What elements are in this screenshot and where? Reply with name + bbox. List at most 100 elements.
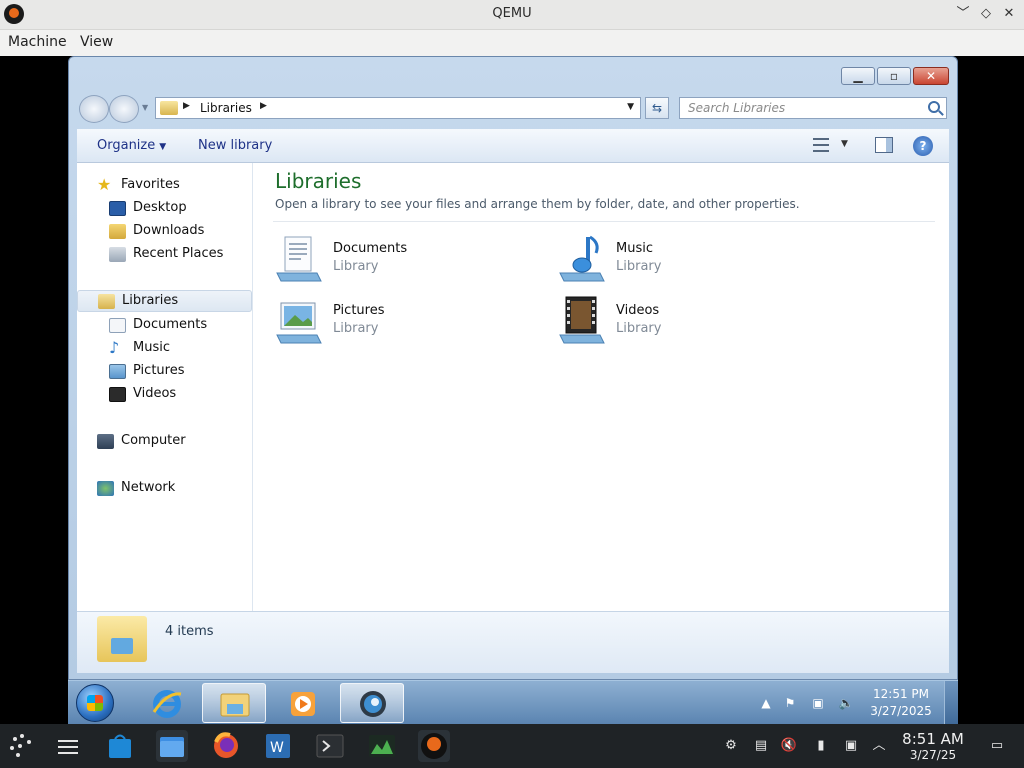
nav-libraries[interactable]: Libraries <box>77 290 252 312</box>
breadcrumb-arrow-icon[interactable]: ▶ <box>260 101 267 111</box>
nav-label: Pictures <box>133 363 185 378</box>
show-desktop-button[interactable] <box>944 681 958 725</box>
panel-settings-icon[interactable] <box>52 730 84 762</box>
computer-icon <box>97 434 114 449</box>
desktop-root: QEMU ﹀ ◇ ✕ Machine View ▁ ▫ ✕ ▼ ▶ Librar… <box>0 0 1024 768</box>
menu-view[interactable]: View <box>80 34 113 50</box>
nav-label: Videos <box>133 386 177 401</box>
downloads-folder-icon <box>109 224 126 239</box>
maximize-button[interactable]: ▫ <box>877 67 911 85</box>
guest-clock[interactable]: 12:51 PM 3/27/2025 <box>866 686 936 720</box>
library-pictures[interactable]: Pictures Library <box>273 295 513 351</box>
qemu-title-bar[interactable]: QEMU ﹀ ◇ ✕ <box>0 0 1024 30</box>
taskbar-app[interactable] <box>340 683 404 723</box>
qemu-maximize-button[interactable]: ◇ <box>977 5 995 23</box>
preview-pane-icon[interactable] <box>875 137 893 153</box>
library-name: Videos <box>616 303 660 318</box>
volume-muted-icon[interactable]: 🔇 <box>780 738 798 754</box>
close-button[interactable]: ✕ <box>913 67 949 85</box>
host-clock[interactable]: 8:51 AM 3/27/25 <box>896 730 970 763</box>
library-type: Library <box>616 259 662 274</box>
address-history-chevron-down-icon[interactable]: ▼ <box>627 102 634 112</box>
show-hidden-icons-chevron-up-icon[interactable]: ▲ <box>758 695 774 711</box>
guest-time: 12:51 PM <box>873 687 929 701</box>
nav-label: Favorites <box>121 177 180 192</box>
firefox-icon[interactable] <box>210 730 242 762</box>
nav-label: Network <box>121 480 176 495</box>
app-launcher-icon[interactable] <box>6 730 38 762</box>
new-library-button[interactable]: New library <box>198 138 272 153</box>
breadcrumb-libraries[interactable]: Libraries <box>200 101 252 115</box>
star-icon: ★ <box>97 175 112 194</box>
host-taskbar: W ⚙ ▤ 🔇 ▮ ▣ ︿ 8:51 AM 3/27/25 ▭ <box>0 724 1024 768</box>
navigation-row: ▼ ▶ Libraries ▶ ▼ ⇆ Search Libraries <box>77 95 949 123</box>
taskbar-internet-explorer[interactable] <box>134 683 198 723</box>
file-manager-icon[interactable] <box>156 730 188 762</box>
clipboard-icon[interactable]: ▤ <box>752 738 770 754</box>
globe-app-icon <box>357 688 389 720</box>
forward-button[interactable] <box>109 95 139 123</box>
search-input[interactable]: Search Libraries <box>688 101 785 115</box>
view-options-chevron-down-icon[interactable]: ▼ <box>841 139 848 149</box>
peek-desktop-icon[interactable]: ▭ <box>988 738 1006 754</box>
battery-icon[interactable]: ▮ <box>812 738 830 754</box>
change-view-icon[interactable] <box>813 138 829 152</box>
guest-taskbar: ▲ ⚑ ▣ 🔈 12:51 PM 3/27/2025 <box>68 680 958 725</box>
music-note-icon: ♪ <box>109 338 120 357</box>
start-button[interactable] <box>76 684 114 722</box>
recent-pages-chevron-down-icon[interactable]: ▼ <box>142 103 148 112</box>
library-music[interactable]: Music Library <box>556 233 796 289</box>
pictures-library-icon <box>273 295 325 347</box>
library-documents[interactable]: Documents Library <box>273 233 513 289</box>
qemu-close-button[interactable]: ✕ <box>1000 5 1018 23</box>
menu-machine[interactable]: Machine <box>8 34 67 50</box>
chevron-down-icon: ▼ <box>159 142 167 152</box>
maximize-icon: ▫ <box>889 69 899 83</box>
internet-explorer-icon <box>151 688 183 720</box>
taskbar-media-player[interactable] <box>270 683 334 723</box>
organize-button[interactable]: Organize ▼ <box>97 138 166 153</box>
network-icon <box>97 481 114 496</box>
volume-muted-icon[interactable]: 🔈 <box>838 695 854 711</box>
system-monitor-icon[interactable] <box>366 730 398 762</box>
connect-icon[interactable]: ⚙ <box>722 738 740 754</box>
qemu-window-title: QEMU <box>492 6 532 21</box>
minimize-button[interactable]: ▁ <box>841 67 875 85</box>
address-bar[interactable]: ▶ Libraries ▶ ▼ <box>155 97 641 119</box>
music-library-icon <box>556 233 608 285</box>
documents-library-icon <box>273 233 325 285</box>
refresh-button[interactable]: ⇆ <box>645 97 669 119</box>
libraries-folder-icon <box>160 101 178 115</box>
document-editor-icon[interactable]: W <box>262 730 294 762</box>
help-icon[interactable]: ? <box>913 136 933 156</box>
terminal-icon[interactable] <box>314 730 346 762</box>
film-icon <box>109 387 126 402</box>
qemu-minimize-button[interactable]: ﹀ <box>954 5 972 23</box>
action-center-flag-icon[interactable]: ⚑ <box>782 695 798 711</box>
library-videos[interactable]: Videos Library <box>556 295 796 351</box>
back-button[interactable] <box>79 95 109 123</box>
libraries-folder-icon <box>97 616 147 662</box>
nav-label: Recent Places <box>133 246 224 261</box>
divider <box>273 221 935 222</box>
navigation-pane: ★ Favorites Desktop Downloads Recent Pla… <box>77 163 253 611</box>
minimize-icon: ▁ <box>853 69 863 83</box>
nav-label: Computer <box>121 433 186 448</box>
organize-label: Organize <box>97 138 156 153</box>
breadcrumb-arrow-icon[interactable]: ▶ <box>183 101 190 111</box>
window-controls: ▁ ▫ ✕ <box>841 67 949 87</box>
page-description: Open a library to see your files and arr… <box>275 197 800 211</box>
library-type: Library <box>333 321 379 336</box>
network-icon[interactable]: ▣ <box>842 738 860 754</box>
tray-expand-chevron-up-icon[interactable]: ︿ <box>870 738 888 754</box>
qemu-taskbar-icon[interactable] <box>418 730 450 762</box>
library-name: Music <box>616 241 653 256</box>
guest-screen: ▁ ▫ ✕ ▼ ▶ Libraries ▶ ▼ ⇆ Search Librari… <box>68 56 958 725</box>
store-icon[interactable] <box>104 730 136 762</box>
library-type: Library <box>616 321 662 336</box>
search-box[interactable]: Search Libraries <box>679 97 947 119</box>
taskbar-windows-explorer[interactable] <box>202 683 266 723</box>
search-icon[interactable] <box>928 101 940 113</box>
nav-label: Music <box>133 340 170 355</box>
network-status-icon[interactable]: ▣ <box>810 695 826 711</box>
